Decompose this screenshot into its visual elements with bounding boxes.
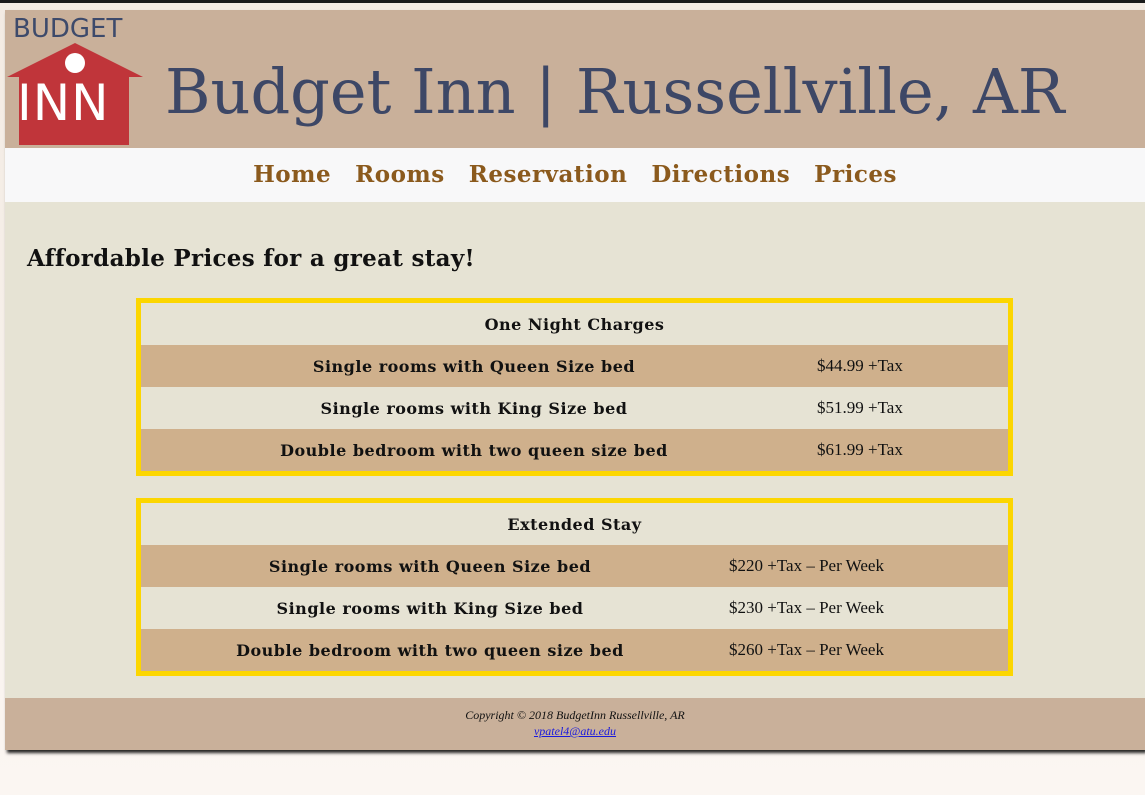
nav-link-directions[interactable]: Directions (651, 148, 790, 202)
nav-link-prices[interactable]: Prices (814, 148, 897, 202)
nav-link-reservation[interactable]: Reservation (469, 148, 628, 202)
top-edge-line (0, 0, 1145, 3)
table-row: Double bedroom with two queen size bed $… (141, 629, 1008, 671)
room-price: $51.99 +Tax (817, 398, 903, 417)
table-title: One Night Charges (484, 314, 665, 334)
room-price: $44.99 +Tax (817, 356, 903, 375)
extended-stay-table: Extended Stay Single rooms with Queen Si… (141, 503, 1008, 671)
table-title: Extended Stay (507, 514, 642, 534)
logo-inn-text: INN (17, 74, 110, 132)
budget-inn-logo[interactable]: BUDGET INN (5, 13, 145, 145)
copyright-text: Copyright © 2018 BudgetInn Russellville,… (465, 708, 685, 722)
table-header-row: Extended Stay (141, 503, 1008, 545)
main-navigation: Home Rooms Reservation Directions Prices (5, 148, 1145, 202)
site-header: BUDGET INN Budget Inn | Russellville, AR (5, 10, 1145, 148)
room-price: $230 +Tax – Per Week (729, 598, 884, 617)
table-row: Single rooms with King Size bed $230 +Ta… (141, 587, 1008, 629)
page-heading: Affordable Prices for a great stay! (27, 245, 475, 272)
room-type: Single rooms with King Size bed (320, 398, 628, 418)
site-footer: Copyright © 2018 BudgetInn Russellville,… (5, 698, 1145, 750)
extended-stay-box: Extended Stay Single rooms with Queen Si… (136, 498, 1013, 676)
room-price: $61.99 +Tax (817, 440, 903, 459)
table-header-row: One Night Charges (141, 303, 1008, 345)
room-type: Single rooms with King Size bed (276, 598, 584, 618)
table-row: Double bedroom with two queen size bed $… (141, 429, 1008, 471)
nav-list: Home Rooms Reservation Directions Prices (5, 148, 1145, 202)
email-line: vpatel4@atu.edu (5, 724, 1145, 739)
page-wrapper: BUDGET INN Budget Inn | Russellville, AR… (5, 10, 1145, 750)
email-link[interactable]: vpatel4@atu.edu (534, 724, 616, 738)
one-night-charges-box: One Night Charges Single rooms with Quee… (136, 298, 1013, 476)
room-type: Double bedroom with two queen size bed (280, 440, 668, 460)
room-price: $260 +Tax – Per Week (729, 640, 884, 659)
table-row: Single rooms with Queen Size bed $44.99 … (141, 345, 1008, 387)
table-row: Single rooms with King Size bed $51.99 +… (141, 387, 1008, 429)
table-row: Single rooms with Queen Size bed $220 +T… (141, 545, 1008, 587)
room-type: Single rooms with Queen Size bed (312, 356, 636, 376)
logo-budget-text: BUDGET (13, 14, 123, 44)
room-price: $220 +Tax – Per Week (729, 556, 884, 575)
nav-link-home[interactable]: Home (253, 148, 331, 202)
nav-link-rooms[interactable]: Rooms (355, 148, 445, 202)
site-title: Budget Inn | Russellville, AR (165, 55, 1065, 128)
one-night-charges-table: One Night Charges Single rooms with Quee… (141, 303, 1008, 471)
room-type: Double bedroom with two queen size bed (236, 640, 624, 660)
room-type: Single rooms with Queen Size bed (268, 556, 592, 576)
